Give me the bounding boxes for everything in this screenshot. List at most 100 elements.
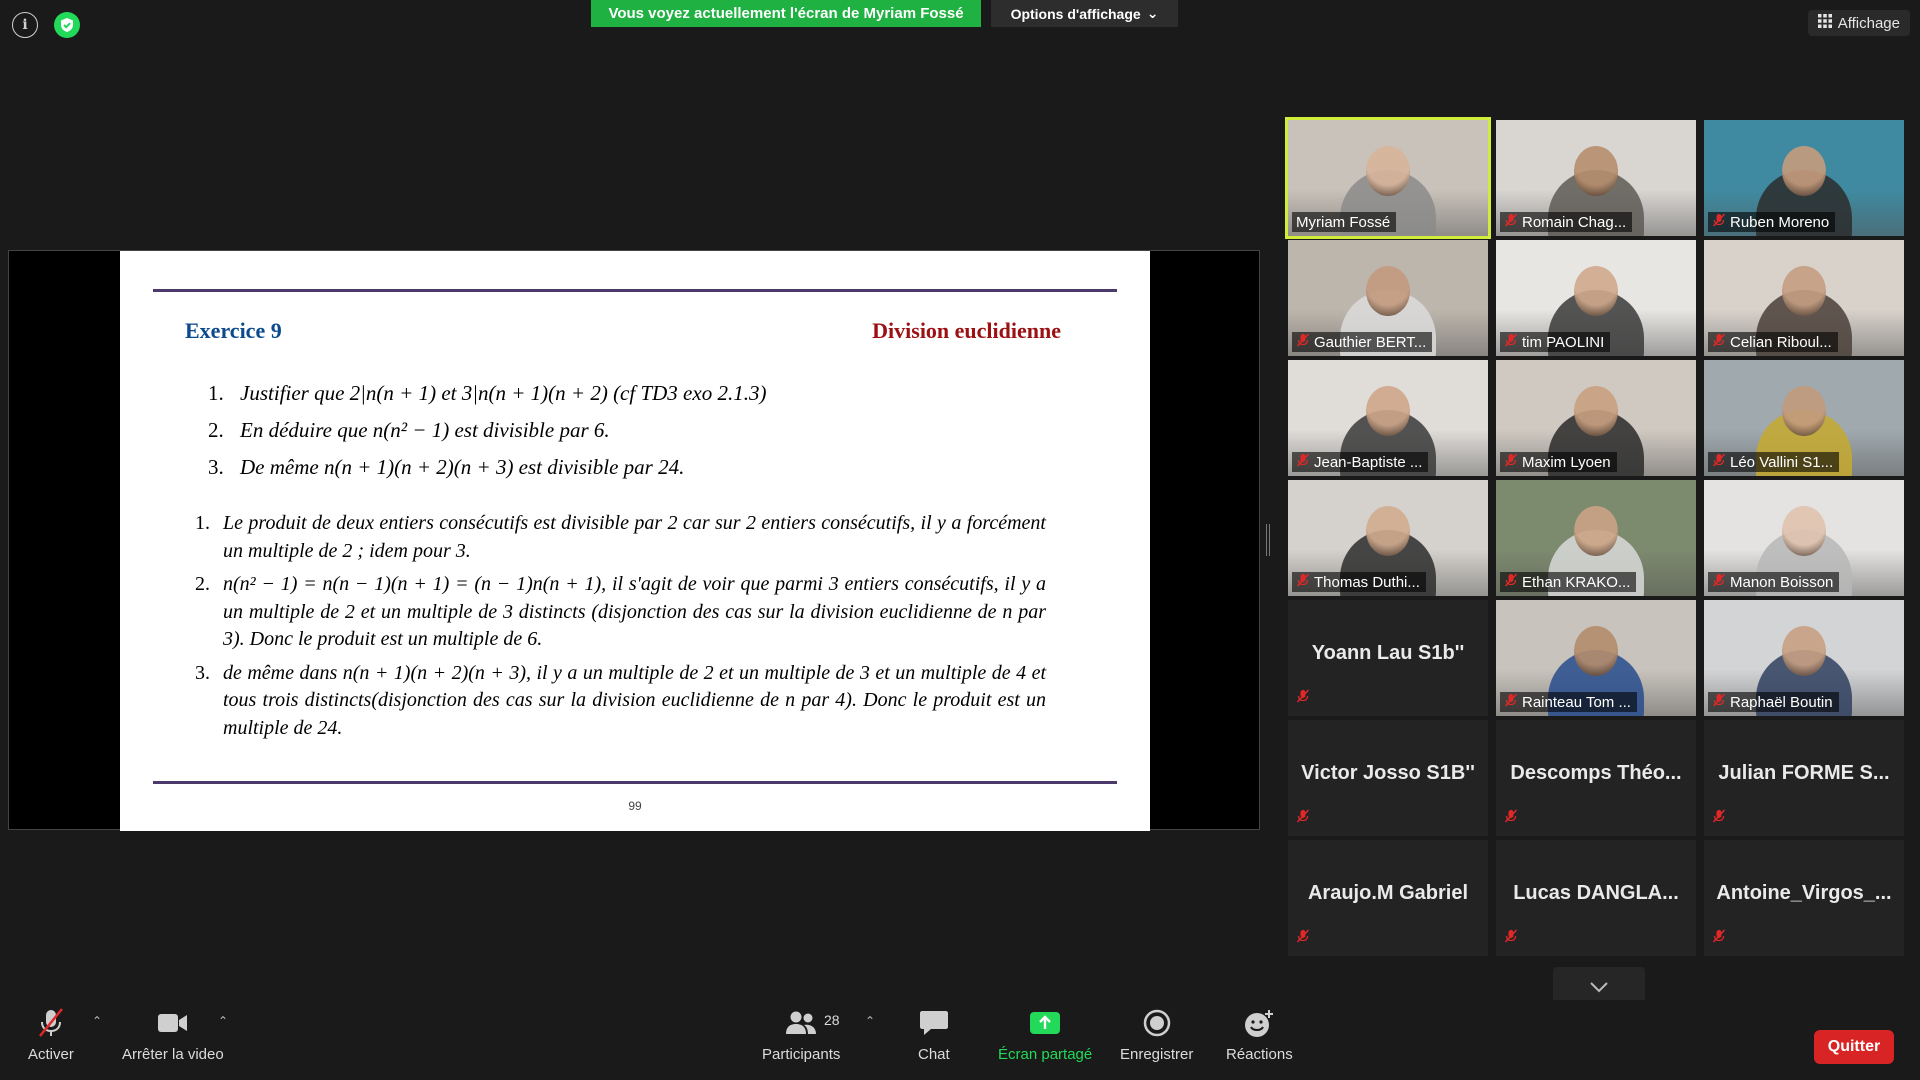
participant-name: Antoine_Virgos_...: [1716, 882, 1892, 904]
participant-name: Ethan KRAKO...: [1522, 573, 1631, 591]
participant-name-tag: tim PAOLINI: [1500, 332, 1611, 352]
participant-name-tag: Léo Vallini S1...: [1708, 452, 1840, 472]
participant-tile[interactable]: Antoine_Virgos_...: [1704, 840, 1904, 956]
stop-video-button[interactable]: Arrêter la video: [122, 1006, 224, 1063]
presentation-slide: Exercice 9 Division euclidienne 1. Justif…: [120, 251, 1150, 831]
participant-face: [1782, 266, 1826, 316]
participant-tile[interactable]: Descomps Théo...: [1496, 720, 1696, 836]
share-screen-icon: [1029, 1006, 1061, 1040]
participant-tile[interactable]: Lucas DANGLA...: [1496, 840, 1696, 956]
participant-face: [1782, 386, 1826, 436]
muted-microphone-icon: [1712, 213, 1726, 231]
participant-name-tag: Rainteau Tom ...: [1500, 692, 1637, 712]
participant-tile[interactable]: Manon Boisson: [1704, 480, 1904, 596]
participant-name: Manon Boisson: [1730, 573, 1834, 591]
question-number: 2.: [208, 418, 224, 442]
slide-top-rule: [153, 289, 1117, 292]
answer-number: 2.: [195, 573, 210, 595]
panel-resize-handle[interactable]: [1266, 524, 1270, 556]
participant-tile[interactable]: Jean-Baptiste ...: [1288, 360, 1488, 476]
participant-face: [1574, 626, 1618, 676]
chevron-down-icon: [1590, 982, 1608, 993]
muted-microphone-icon: [1296, 333, 1310, 351]
participant-face: [1574, 386, 1618, 436]
view-button[interactable]: Affichage: [1807, 10, 1910, 36]
unmute-button[interactable]: Activer: [28, 1006, 74, 1063]
participant-tile[interactable]: Romain Chag...: [1496, 120, 1696, 236]
view-options-button[interactable]: Options d'affichage ⌄: [991, 0, 1178, 27]
shield-icon[interactable]: [54, 12, 80, 38]
muted-microphone-icon: [34, 1006, 68, 1040]
participant-face: [1574, 146, 1618, 196]
participant-tile[interactable]: Thomas Duthi...: [1288, 480, 1488, 596]
chat-button[interactable]: Chat: [918, 1006, 950, 1063]
participants-options-caret[interactable]: ⌃: [865, 1014, 875, 1028]
view-button-label: Affichage: [1837, 14, 1900, 32]
share-screen-button[interactable]: Écran partagé: [998, 1006, 1092, 1063]
participant-name: Descomps Théo...: [1510, 762, 1682, 784]
record-label: Enregistrer: [1120, 1046, 1194, 1063]
answer-list: 1. Le produit de deux entiers consécutifs…: [195, 510, 1075, 748]
muted-microphone-icon: [1504, 213, 1518, 231]
record-button[interactable]: Enregistrer: [1120, 1006, 1193, 1063]
chat-icon: [919, 1006, 949, 1040]
question-number: 3.: [208, 455, 224, 479]
participant-gallery: Myriam Fossé Romain Chag... Ruben Moreno Ga…: [1285, 117, 1908, 956]
video-options-caret[interactable]: ⌃: [218, 1014, 228, 1028]
chat-label: Chat: [918, 1046, 950, 1063]
participant-name-tag: Ruben Moreno: [1708, 212, 1836, 232]
participant-tile[interactable]: Julian FORME S...: [1704, 720, 1904, 836]
muted-microphone-icon: [1712, 453, 1726, 471]
muted-microphone-icon: [1712, 693, 1726, 711]
participant-face: [1782, 506, 1826, 556]
participant-name: Yoann Lau S1b'': [1311, 642, 1465, 664]
participant-tile[interactable]: Maxim Lyoen: [1496, 360, 1696, 476]
participant-name: Raphaël Boutin: [1730, 693, 1833, 711]
chevron-down-icon: ⌄: [1146, 5, 1159, 21]
muted-microphone-icon: [1504, 333, 1518, 351]
participant-face: [1782, 146, 1826, 196]
participants-label: Participants: [762, 1046, 841, 1063]
participant-name: Jean-Baptiste ...: [1314, 453, 1423, 471]
question-text: Justifier que 2|n(n + 1) et 3|n(n + 1)(n…: [240, 381, 767, 405]
participant-face: [1366, 506, 1410, 556]
muted-microphone-icon: [1296, 689, 1310, 708]
participant-tile[interactable]: Victor Josso S1B'': [1288, 720, 1488, 836]
muted-microphone-icon: [1296, 573, 1310, 591]
participant-tile[interactable]: Raphaël Boutin: [1704, 600, 1904, 716]
info-icon[interactable]: i: [12, 12, 38, 38]
participant-tile[interactable]: Myriam Fossé: [1285, 117, 1491, 239]
screen-share-banner: Vous voyez actuellement l'écran de Myria…: [591, 0, 981, 27]
question-number: 1.: [208, 381, 224, 405]
participant-name: Ruben Moreno: [1730, 213, 1830, 231]
participant-face: [1782, 626, 1826, 676]
muted-microphone-icon: [1504, 929, 1518, 948]
reactions-button[interactable]: Réactions: [1226, 1006, 1293, 1063]
participant-tile[interactable]: tim PAOLINI: [1496, 240, 1696, 356]
top-left-icons: i: [12, 12, 80, 38]
participant-tile[interactable]: Gauthier BERT...: [1288, 240, 1488, 356]
participant-name: Victor Josso S1B'': [1301, 762, 1475, 784]
quit-meeting-button[interactable]: Quitter: [1814, 1030, 1894, 1064]
participant-name: Celian Riboul...: [1730, 333, 1832, 351]
shared-screen[interactable]: Exercice 9 Division euclidienne 1. Justif…: [8, 250, 1260, 831]
muted-microphone-icon: [1712, 929, 1726, 948]
participant-tile[interactable]: Ruben Moreno: [1704, 120, 1904, 236]
participant-tile[interactable]: Araujo.M Gabriel: [1288, 840, 1488, 956]
participant-tile[interactable]: Yoann Lau S1b'': [1288, 600, 1488, 716]
participants-icon: [784, 1006, 818, 1040]
question-text: En déduire que n(n² − 1) est divisible p…: [240, 418, 610, 442]
muted-microphone-icon: [1296, 809, 1310, 828]
participant-face: [1574, 506, 1618, 556]
participant-name: Lucas DANGLA...: [1513, 882, 1679, 904]
audio-options-caret[interactable]: ⌃: [92, 1014, 102, 1028]
participant-tile[interactable]: Ethan KRAKO...: [1496, 480, 1696, 596]
participant-tile[interactable]: Celian Riboul...: [1704, 240, 1904, 356]
participant-name: Rainteau Tom ...: [1522, 693, 1631, 711]
participant-tile[interactable]: Léo Vallini S1...: [1704, 360, 1904, 476]
answer-item: 3. de même dans n(n + 1)(n + 2)(n + 3), i…: [195, 660, 1075, 743]
participant-tile[interactable]: Rainteau Tom ...: [1496, 600, 1696, 716]
exercise-topic: Division euclidienne: [872, 318, 1061, 343]
muted-microphone-icon: [1712, 573, 1726, 591]
muted-microphone-icon: [1504, 573, 1518, 591]
